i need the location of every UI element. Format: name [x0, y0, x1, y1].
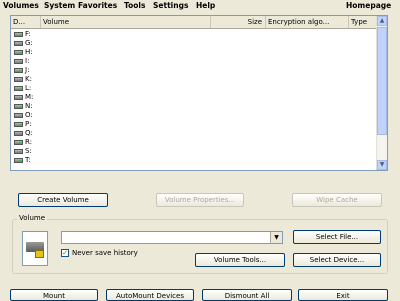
- drive-row[interactable]: G:: [11, 39, 377, 48]
- drive-icon: [14, 86, 23, 91]
- drive-row[interactable]: F:: [11, 30, 377, 39]
- column-volume[interactable]: Volume: [41, 16, 211, 28]
- drive-icon: [14, 158, 23, 163]
- drive-list[interactable]: D... Volume Size Encryption algo... Type…: [10, 15, 388, 171]
- drive-icon: [14, 50, 23, 55]
- chevron-down-icon[interactable]: ▼: [270, 232, 282, 243]
- menu-homepage[interactable]: Homepage: [346, 1, 391, 10]
- drive-letter: T:: [25, 156, 31, 164]
- drive-icon: [14, 113, 23, 118]
- drive-letter: F:: [25, 30, 31, 38]
- drive-letter: S:: [25, 147, 32, 155]
- column-size[interactable]: Size: [211, 16, 266, 28]
- drive-letter: P:: [25, 120, 32, 128]
- column-encryption[interactable]: Encryption algo...: [266, 16, 349, 28]
- drive-icon: [14, 59, 23, 64]
- drive-row[interactable]: P:: [11, 120, 377, 129]
- mount-button[interactable]: Mount: [10, 289, 98, 301]
- drive-letter: Q:: [25, 129, 33, 137]
- menu-help[interactable]: Help: [196, 1, 215, 10]
- volume-tools-button[interactable]: Volume Tools...: [195, 253, 285, 267]
- drive-letter: J:: [25, 66, 30, 74]
- drive-icon: [14, 104, 23, 109]
- menu-system[interactable]: System: [44, 1, 75, 10]
- drive-row[interactable]: L:: [11, 84, 377, 93]
- drive-row[interactable]: I:: [11, 57, 377, 66]
- drive-letter: G:: [25, 39, 33, 47]
- volume-properties-button[interactable]: Volume Properties...: [156, 193, 244, 207]
- volume-group-label: Volume: [17, 214, 48, 222]
- select-file-button[interactable]: Select File...: [293, 230, 381, 244]
- drive-icon: [14, 32, 23, 37]
- drive-icon: [14, 95, 23, 100]
- drive-row[interactable]: J:: [11, 66, 377, 75]
- create-volume-button[interactable]: Create Volume: [18, 193, 108, 207]
- dismount-all-button[interactable]: Dismount All: [202, 289, 292, 301]
- menu-volumes[interactable]: Volumes: [3, 1, 39, 10]
- drive-row[interactable]: M:: [11, 93, 377, 102]
- list-scrollbar[interactable]: ▲ ▼: [376, 16, 387, 170]
- volume-path-combo[interactable]: ▼: [61, 231, 283, 244]
- drive-row[interactable]: N:: [11, 102, 377, 111]
- drive-row[interactable]: S:: [11, 147, 377, 156]
- scroll-down-icon[interactable]: ▼: [377, 160, 387, 170]
- drive-icon: [14, 140, 23, 145]
- drive-icon: [14, 68, 23, 73]
- drive-letter: M:: [25, 93, 34, 101]
- list-header: D... Volume Size Encryption algo... Type: [11, 16, 378, 29]
- drive-letter: I:: [25, 57, 30, 65]
- drive-icon: [14, 41, 23, 46]
- never-save-history-label: Never save history: [72, 249, 138, 257]
- menu-settings[interactable]: Settings: [153, 1, 188, 10]
- scroll-thumb[interactable]: [377, 27, 387, 135]
- drive-row[interactable]: T:: [11, 156, 377, 165]
- drive-icon: [14, 122, 23, 127]
- never-save-history-checkbox[interactable]: ✓: [61, 249, 69, 257]
- drive-icon: [14, 131, 23, 136]
- drive-letter: K:: [25, 75, 32, 83]
- drive-icon: [14, 77, 23, 82]
- menu-bar: Volumes System Favorites Tools Settings …: [0, 0, 400, 13]
- menu-tools[interactable]: Tools: [124, 1, 145, 10]
- column-type[interactable]: Type: [349, 16, 378, 28]
- drive-row[interactable]: K:: [11, 75, 377, 84]
- select-device-button[interactable]: Select Device...: [293, 253, 381, 267]
- automount-button[interactable]: AutoMount Devices: [106, 289, 194, 301]
- drive-letter: H:: [25, 48, 33, 56]
- drive-letter: N:: [25, 102, 33, 110]
- drive-letter: O:: [25, 111, 33, 119]
- drive-row[interactable]: H:: [11, 48, 377, 57]
- drive-letter: L:: [25, 84, 32, 92]
- volume-drive-icon: [22, 231, 48, 266]
- scroll-up-icon[interactable]: ▲: [377, 16, 387, 26]
- drive-row[interactable]: O:: [11, 111, 377, 120]
- drive-icon: [14, 149, 23, 154]
- menu-favorites[interactable]: Favorites: [78, 1, 117, 10]
- column-drive[interactable]: D...: [11, 16, 41, 28]
- drive-row[interactable]: Q:: [11, 129, 377, 138]
- exit-button[interactable]: Exit: [298, 289, 388, 301]
- wipe-cache-button[interactable]: Wipe Cache: [292, 193, 382, 207]
- drive-letter: R:: [25, 138, 33, 146]
- drive-row[interactable]: R:: [11, 138, 377, 147]
